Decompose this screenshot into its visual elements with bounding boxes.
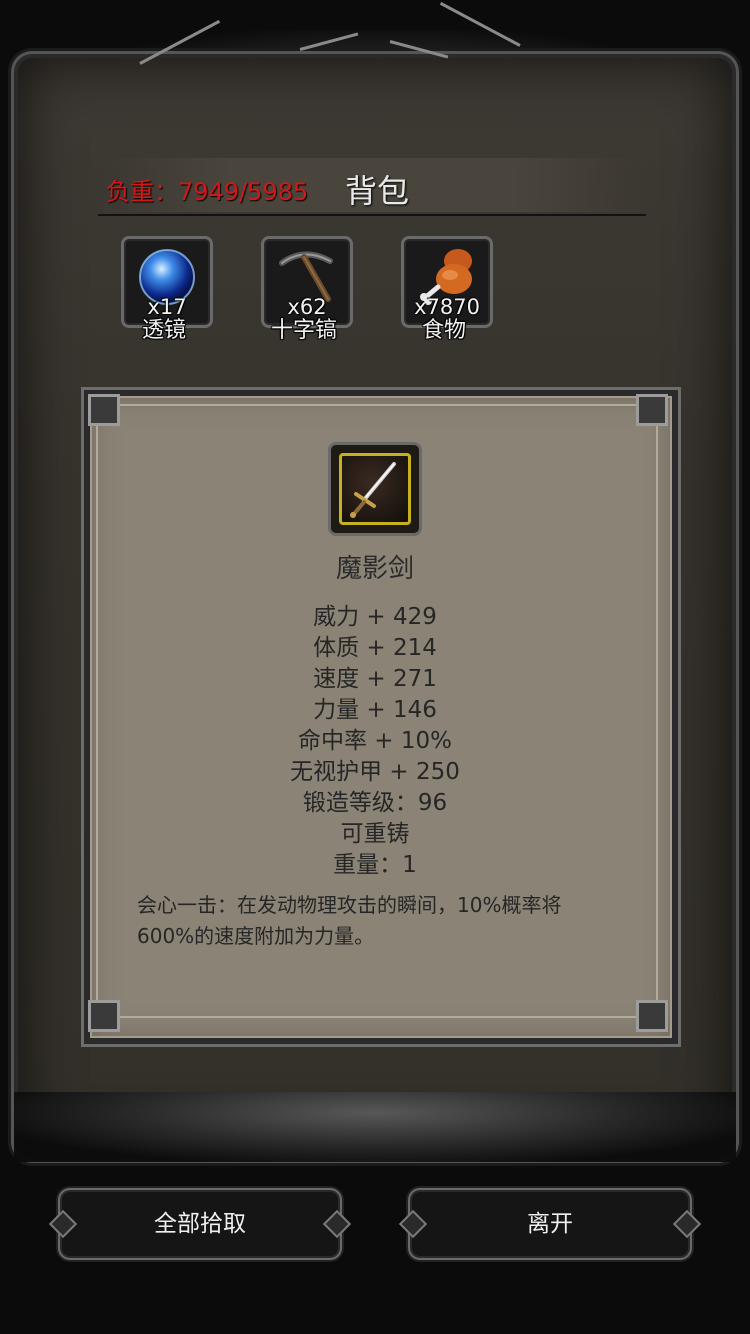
stat-line: 体质 + 214 (313, 635, 437, 661)
slot-name-food: 食物 (421, 318, 466, 343)
leave-button[interactable]: 离开 (398, 1192, 702, 1256)
item-stats-list: 威力 + 429 体质 + 214 速度 + 271 力量 + 146 命中率 … (0, 602, 750, 881)
panel-corner (88, 1000, 120, 1032)
pickup-all-button[interactable]: 全部拾取 (48, 1192, 352, 1256)
sword-icon (350, 462, 396, 518)
slot-name-pickaxe: 十字镐 (270, 318, 337, 343)
slot-name-lens: 透镜 (141, 318, 186, 343)
stat-line: 力量 + 146 (313, 697, 437, 723)
rarity-border (339, 453, 411, 525)
stat-line: 可重铸 (340, 821, 410, 847)
stat-line: 命中率 + 10% (297, 728, 452, 754)
leave-label: 离开 (527, 1211, 573, 1237)
stat-line: 锻造等级：96 (302, 790, 448, 816)
panel-corner (636, 394, 668, 426)
stat-line: 速度 + 271 (313, 666, 437, 692)
header-divider (98, 214, 646, 216)
item-icon-frame (328, 442, 422, 536)
stat-line: 无视护甲 + 250 (290, 759, 460, 785)
pickup-all-label: 全部拾取 (154, 1211, 246, 1237)
frame-bottom-ornament (14, 1092, 736, 1162)
item-name: 魔影剑 (335, 554, 414, 584)
page-title: 背包 (345, 172, 410, 210)
carry-weight-label: 负重：7949/5985 (106, 178, 309, 206)
stat-line: 重量：1 (333, 852, 417, 878)
stat-line: 威力 + 429 (313, 604, 437, 630)
panel-corner (88, 394, 120, 426)
panel-corner (636, 1000, 668, 1032)
item-description: 会心一击：在发动物理攻击的瞬间，10%概率将600%的速度附加为力量。 (137, 893, 562, 948)
